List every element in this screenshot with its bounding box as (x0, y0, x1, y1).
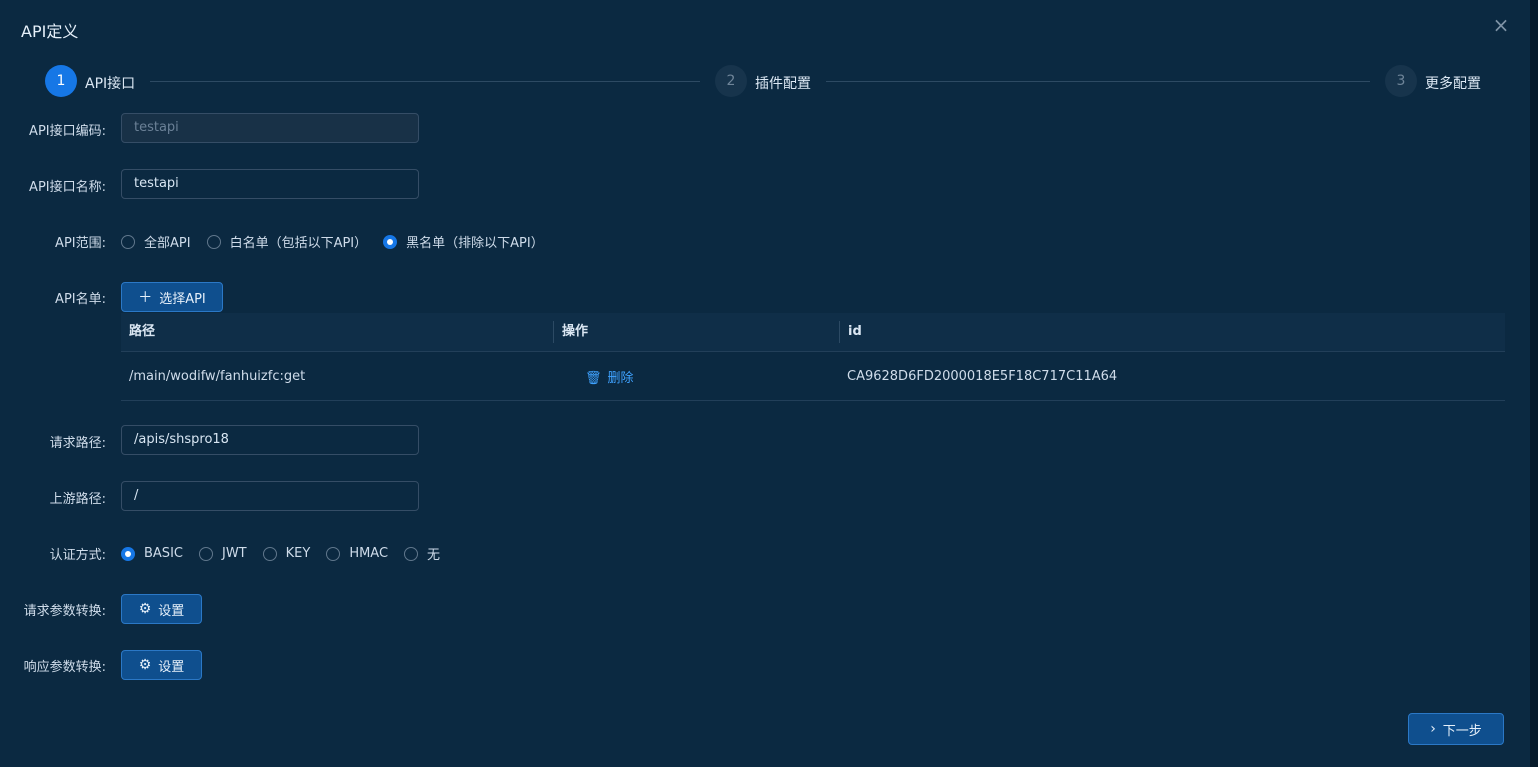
api-list-table: 路径 操作 id /main/wodifw/fanhuizfc:get 🗑 删除 … (121, 313, 1505, 401)
upstream-path-input[interactable]: / (121, 481, 419, 511)
step-2-label[interactable]: 插件配置 (755, 73, 811, 93)
plus-icon: ＋ (138, 290, 153, 306)
column-header-id: id (839, 321, 1505, 343)
request-path-label: 请求路径: (49, 436, 106, 451)
step-connector (150, 81, 700, 82)
step-connector (826, 81, 1370, 82)
select-api-button[interactable]: ＋ 选择API (121, 282, 223, 312)
trash-icon: 🗑 (585, 370, 602, 386)
radio-icon (121, 234, 135, 249)
auth-option-hmac[interactable]: HMAC (326, 546, 388, 561)
radio-checked-icon (121, 546, 135, 561)
api-code-input[interactable]: testapi (121, 113, 419, 143)
step-3-label[interactable]: 更多配置 (1425, 73, 1481, 93)
step-1-label[interactable]: API接口 (85, 73, 135, 93)
auth-method-radio-group: BASIC JWT KEY HMAC 无 (121, 544, 456, 563)
row-action: 🗑 删除 (553, 367, 839, 386)
window-edge (1530, 0, 1538, 767)
dialog-title: API定义 (21, 22, 79, 41)
row-id: CA9628D6FD2000018E5F18C717C11A64 (847, 368, 1118, 384)
api-definition-dialog: API定义 × 1 API接口 2 插件配置 3 更多配置 API接口编码: t… (0, 0, 1530, 767)
radio-icon (206, 234, 221, 249)
api-scope-label: API范围: (55, 236, 106, 251)
request-transform-settings-button[interactable]: ⚙ 设置 (121, 594, 202, 624)
next-step-button[interactable]: › 下一步 (1408, 713, 1504, 745)
radio-icon (198, 546, 213, 561)
close-icon[interactable]: × (1490, 14, 1512, 36)
auth-option-none[interactable]: 无 (404, 544, 440, 563)
step-1-number[interactable]: 1 (45, 65, 77, 97)
column-header-path: 路径 (129, 324, 156, 339)
upstream-path-label: 上游路径: (49, 492, 106, 507)
chevron-right-icon: › (1430, 721, 1436, 737)
response-transform-settings-button[interactable]: ⚙ 设置 (121, 650, 202, 680)
scope-option-whitelist[interactable]: 白名单（包括以下API） (206, 232, 367, 251)
response-transform-label: 响应参数转换: (23, 660, 106, 675)
scope-option-blacklist[interactable]: 黑名单（排除以下API） (383, 232, 544, 251)
delete-link[interactable]: 🗑 删除 (561, 371, 634, 386)
step-3-number[interactable]: 3 (1385, 65, 1417, 97)
auth-method-label: 认证方式: (49, 548, 106, 563)
table-header: 路径 操作 id (121, 313, 1505, 352)
api-code-label: API接口编码: (29, 124, 106, 139)
table-row: /main/wodifw/fanhuizfc:get 🗑 删除 CA9628D6F… (121, 352, 1505, 401)
column-header-action: 操作 (553, 321, 839, 343)
auth-option-jwt[interactable]: JWT (198, 546, 247, 561)
gear-icon: ⚙ (138, 601, 152, 617)
scope-option-all[interactable]: 全部API (121, 232, 191, 251)
request-path-input[interactable]: /apis/shspro18 (121, 425, 419, 455)
step-2-number[interactable]: 2 (715, 65, 747, 97)
radio-icon (262, 546, 277, 561)
request-transform-label: 请求参数转换: (23, 604, 106, 619)
api-list-label: API名单: (55, 292, 106, 307)
radio-icon (404, 546, 419, 561)
radio-checked-icon (383, 234, 398, 249)
api-name-label: API接口名称: (29, 180, 106, 195)
api-name-input[interactable]: testapi (121, 169, 419, 199)
api-scope-radio-group: 全部API 白名单（包括以下API） 黑名单（排除以下API） (121, 232, 560, 251)
auth-option-basic[interactable]: BASIC (121, 546, 183, 561)
row-path: /main/wodifw/fanhuizfc:get (129, 368, 306, 384)
radio-icon (326, 546, 341, 561)
auth-option-key[interactable]: KEY (262, 546, 310, 561)
gear-icon: ⚙ (138, 657, 152, 673)
